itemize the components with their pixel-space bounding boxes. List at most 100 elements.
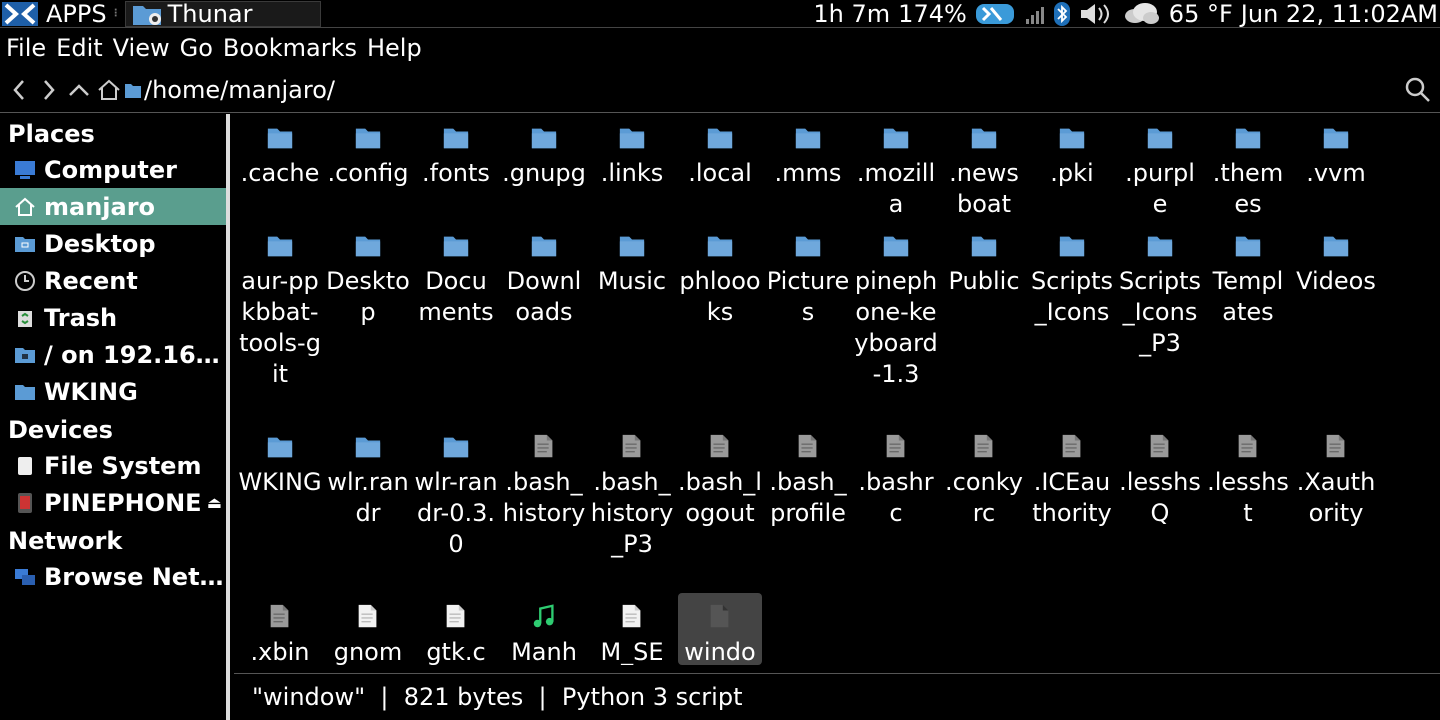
sidebar-item-computer[interactable]: Computer bbox=[0, 151, 226, 188]
chevron-right-icon bbox=[44, 80, 55, 100]
file-item[interactable]: .lesshsQ bbox=[1118, 423, 1202, 529]
file-item[interactable]: .local bbox=[678, 114, 762, 189]
file-item[interactable]: pinephone-keyboard-1.3 bbox=[854, 222, 938, 390]
volume-icon[interactable] bbox=[1079, 2, 1113, 26]
battery-percent: 174% bbox=[898, 0, 967, 28]
signal-icon[interactable] bbox=[1025, 3, 1045, 25]
network-icon bbox=[15, 568, 35, 585]
sidebar-item-label: Desktop bbox=[44, 229, 156, 258]
sidebar-item-manjaro[interactable]: manjaro bbox=[0, 188, 226, 225]
file-item[interactable]: phloooks bbox=[678, 222, 762, 328]
path-breadcrumb[interactable]: /home/manjaro/ bbox=[144, 76, 335, 104]
music-file-icon bbox=[533, 604, 554, 628]
menu-view[interactable]: View bbox=[113, 34, 170, 62]
battery-icon[interactable] bbox=[975, 1, 1017, 27]
search-icon[interactable] bbox=[1404, 76, 1432, 104]
file-icon bbox=[622, 604, 641, 628]
file-item[interactable]: .vvm bbox=[1294, 114, 1378, 189]
file-item-label: .gnupg bbox=[502, 159, 586, 187]
file-item[interactable]: .newsboat bbox=[942, 114, 1026, 220]
file-item[interactable]: .mms bbox=[766, 114, 850, 189]
file-item[interactable]: .themes bbox=[1206, 114, 1290, 220]
battery-time: 1h 7m bbox=[813, 0, 891, 28]
file-item-label: Manh bbox=[511, 638, 577, 665]
sidebar-item-network-share[interactable]: / on 192.168… bbox=[0, 336, 226, 373]
file-item-label: Scripts_Icons_P3 bbox=[1118, 267, 1202, 357]
up-button[interactable] bbox=[64, 70, 94, 110]
file-item[interactable]: Downloads bbox=[502, 222, 586, 328]
file-item[interactable]: .bash_profile bbox=[766, 423, 850, 529]
file-item[interactable]: .pki bbox=[1030, 114, 1114, 189]
file-icon bbox=[798, 434, 817, 458]
file-item-label: .newsboat bbox=[949, 159, 1019, 218]
file-item[interactable]: .config bbox=[326, 114, 410, 189]
menu-file[interactable]: File bbox=[6, 34, 46, 62]
file-item[interactable]: .mozilla bbox=[854, 114, 938, 220]
menu-bookmarks[interactable]: Bookmarks bbox=[223, 34, 357, 62]
file-item[interactable]: .ICEauthority bbox=[1030, 423, 1114, 529]
sidebar-item-recent[interactable]: Recent bbox=[0, 262, 226, 299]
file-item[interactable]: .conkyrc bbox=[942, 423, 1026, 529]
file-item[interactable]: .fonts bbox=[414, 114, 498, 189]
sidebar-item-filesystem[interactable]: File System bbox=[0, 447, 226, 484]
apps-menu-button[interactable]: APPS bbox=[0, 0, 107, 28]
folder-icon bbox=[132, 5, 161, 25]
network-folder-icon bbox=[15, 347, 35, 363]
menu-edit[interactable]: Edit bbox=[56, 34, 102, 62]
file-icon bbox=[1150, 434, 1169, 458]
eject-icon[interactable]: ⏏ bbox=[207, 493, 222, 512]
sidebar-item-desktop[interactable]: Desktop bbox=[0, 225, 226, 262]
sidebar-item-wking[interactable]: WKING bbox=[0, 373, 226, 410]
folder-icon bbox=[267, 437, 293, 458]
file-item[interactable]: Videos bbox=[1294, 222, 1378, 297]
file-item[interactable]: Desktop bbox=[326, 222, 410, 328]
file-item[interactable]: M_SE bbox=[590, 593, 674, 665]
file-item[interactable]: Music bbox=[590, 222, 674, 297]
location-bar: /home/manjaro/ bbox=[0, 68, 1440, 113]
file-item[interactable]: .bashrc bbox=[854, 423, 938, 529]
sidebar-item-pinephone[interactable]: PINEPHONE ⏏ bbox=[0, 484, 226, 521]
file-item[interactable]: Templates bbox=[1206, 222, 1290, 328]
file-item[interactable]: gtk.c bbox=[414, 593, 498, 665]
file-item[interactable]: .lesshst bbox=[1206, 423, 1290, 529]
file-item[interactable]: Manh bbox=[502, 593, 586, 665]
folder-icon bbox=[1235, 128, 1261, 149]
file-item[interactable]: Scripts_Icons bbox=[1030, 222, 1114, 328]
file-item[interactable]: .bash_history_P3 bbox=[590, 423, 674, 560]
sidebar-item-browse-network[interactable]: Browse Net… bbox=[0, 558, 226, 595]
file-item[interactable]: .xbin bbox=[238, 593, 322, 665]
file-item[interactable]: windo bbox=[678, 593, 762, 665]
menu-help[interactable]: Help bbox=[367, 34, 422, 62]
folder-icon bbox=[355, 128, 381, 149]
back-button[interactable] bbox=[4, 70, 34, 110]
file-item[interactable]: .purple bbox=[1118, 114, 1202, 220]
file-item[interactable]: Public bbox=[942, 222, 1026, 297]
file-item[interactable]: Scripts_Icons_P3 bbox=[1118, 222, 1202, 359]
file-item[interactable]: .gnupg bbox=[502, 114, 586, 189]
taskbar-thunar-button[interactable]: Thunar bbox=[124, 0, 321, 28]
file-item-label: .fonts bbox=[422, 159, 490, 187]
forward-button[interactable] bbox=[34, 70, 64, 110]
file-item[interactable]: wlr-randr-0.3.0 bbox=[414, 423, 498, 560]
file-item[interactable]: wlr.randr bbox=[326, 423, 410, 529]
file-item[interactable]: .bash_history bbox=[502, 423, 586, 529]
file-item[interactable]: WKING bbox=[238, 423, 322, 498]
file-item[interactable]: .links bbox=[590, 114, 674, 189]
menu-go[interactable]: Go bbox=[180, 34, 213, 62]
network-title: Network bbox=[8, 527, 123, 555]
file-item-label: gtk.c bbox=[426, 638, 486, 665]
home-button[interactable] bbox=[94, 70, 124, 110]
file-item-label: M_SE bbox=[600, 638, 664, 665]
file-item[interactable]: .bash_logout bbox=[678, 423, 762, 529]
file-item[interactable]: gnom bbox=[326, 593, 410, 665]
bluetooth-icon[interactable] bbox=[1053, 1, 1071, 27]
file-item[interactable]: Documents bbox=[414, 222, 498, 328]
clock[interactable]: Jun 22, 11:02AM bbox=[1241, 0, 1438, 28]
file-item[interactable]: .cache bbox=[238, 114, 322, 189]
folder-icon bbox=[795, 236, 821, 257]
file-item[interactable]: aur-ppkbbat-tools-git bbox=[238, 222, 322, 390]
file-item[interactable]: .Xauthority bbox=[1294, 423, 1378, 529]
file-item[interactable]: Pictures bbox=[766, 222, 850, 328]
sidebar-item-trash[interactable]: Trash bbox=[0, 299, 226, 336]
file-icon-view[interactable]: .cache .config .fonts .gnupg .links .local .mm… bbox=[234, 114, 1440, 672]
